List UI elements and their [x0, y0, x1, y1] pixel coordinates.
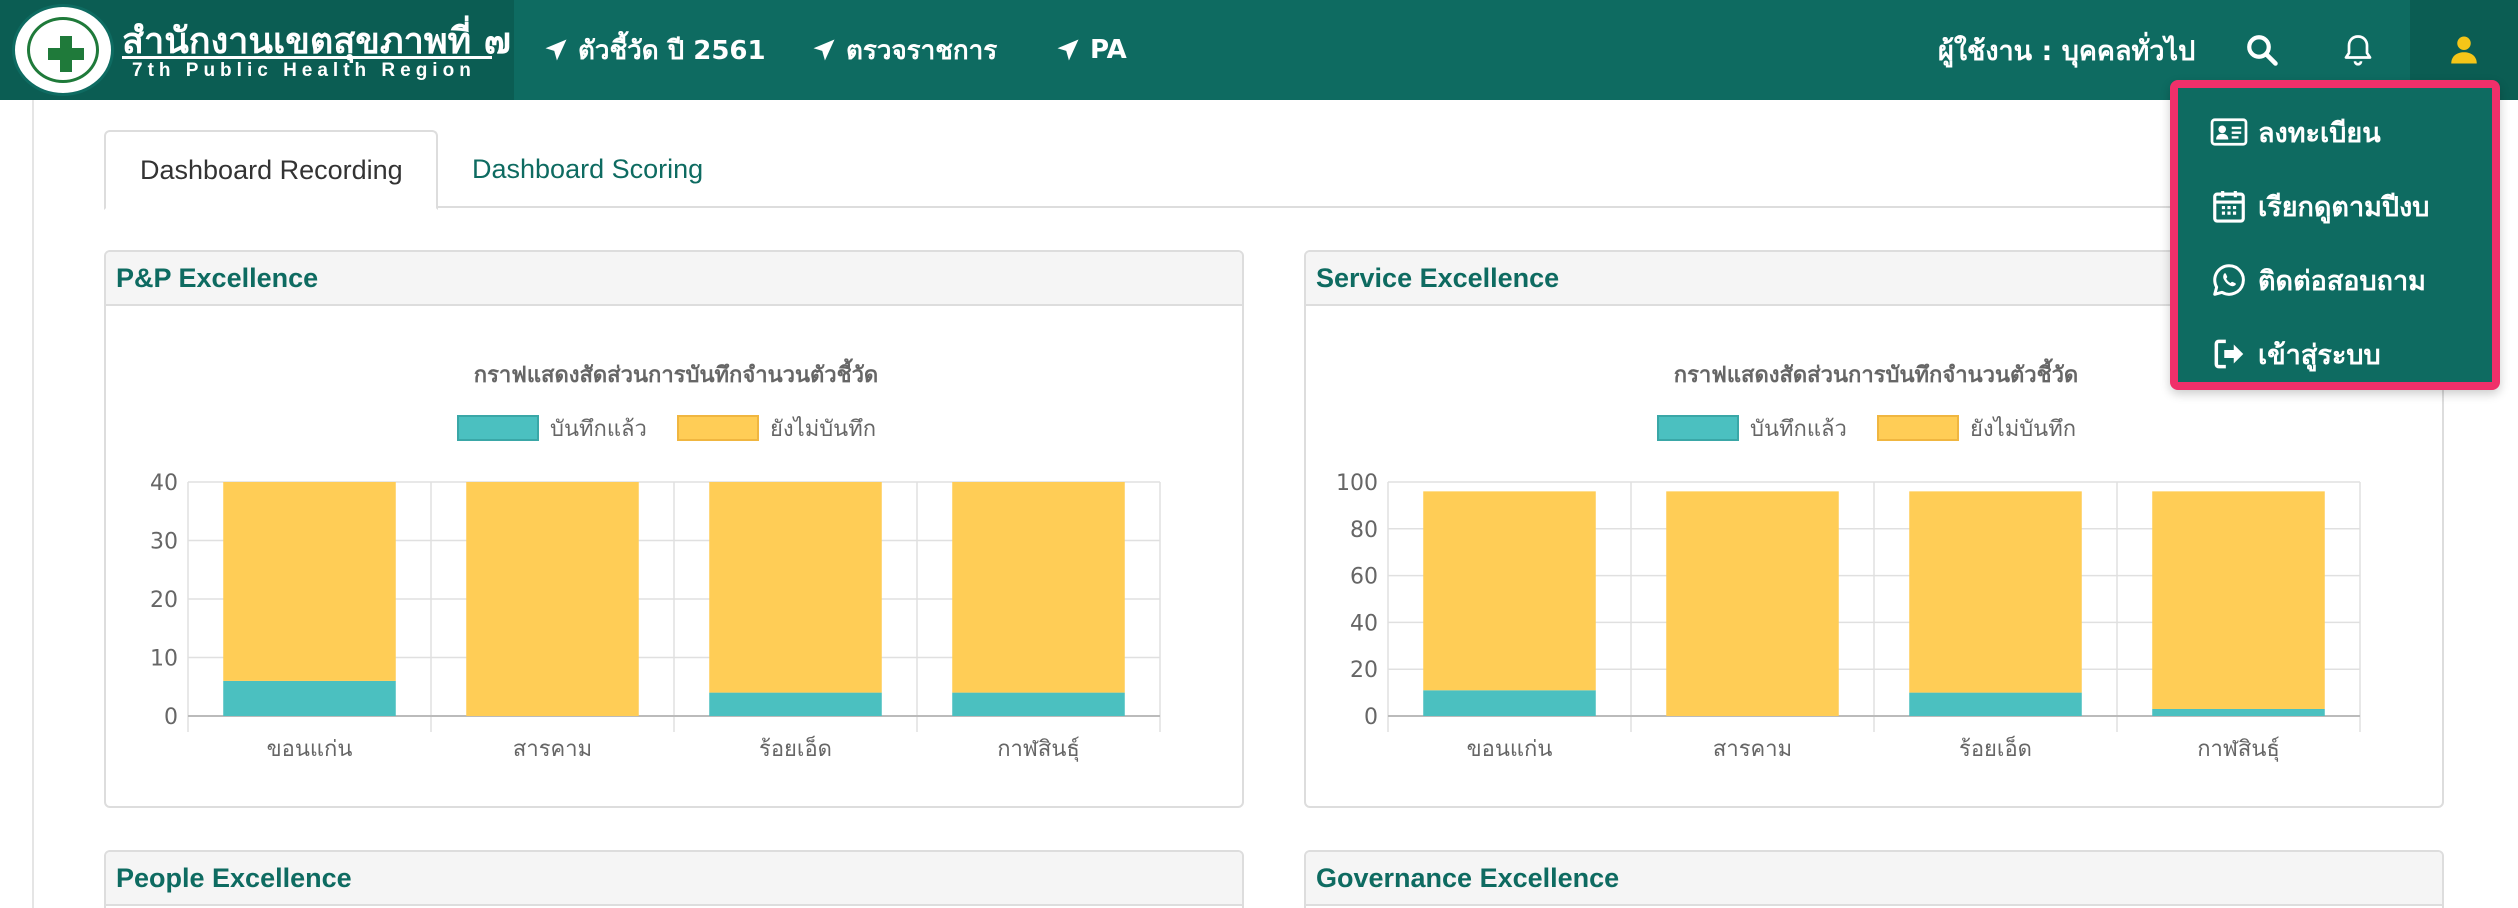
top-navbar: สำนักงานเขตสุขภาพที่ ๗ 7th Public Health… [0, 0, 2518, 100]
y-tick-label: 80 [1350, 518, 1378, 543]
bar-not-recorded [952, 482, 1125, 693]
y-tick-label: 40 [1350, 611, 1378, 636]
bar-not-recorded [709, 482, 882, 693]
bar-recorded [1423, 690, 1596, 716]
panel-pp-excellence: P&P Excellence กราฟแสดงสัดส่วนการบันทึกจ… [104, 250, 1244, 808]
panel-people-excellence: People Excellence [104, 850, 1244, 908]
nav-item-label: PA [1090, 35, 1127, 65]
whatsapp-icon [2213, 264, 2245, 296]
logo-ring [27, 17, 99, 83]
user-dropdown-menu: ลงทะเบียน เรียกดูตามปีงบ ติดต่อสอบถาม เข… [2170, 80, 2500, 390]
page-left-border [32, 100, 34, 908]
panel-title: Governance Excellence [1306, 852, 2442, 906]
bar-recorded [2152, 708, 2325, 716]
panel-governance-excellence: Governance Excellence [1304, 850, 2444, 908]
search-icon [2247, 35, 2278, 66]
tab-dashboard-scoring[interactable]: Dashboard Scoring [438, 130, 737, 208]
logo-cross-horizontal [48, 48, 84, 60]
ministry-logo [12, 4, 114, 96]
bar-not-recorded [2152, 491, 2325, 709]
brand-subtitle: 7th Public Health Region [132, 60, 476, 81]
y-tick-label: 0 [1364, 705, 1378, 730]
x-tick-label: ขอนแก่น [1467, 737, 1553, 762]
menu-item-label: เข้าสู่ระบบ [2258, 339, 2381, 371]
y-tick-label: 10 [150, 647, 178, 672]
y-tick-label: 0 [164, 705, 178, 730]
y-tick-label: 40 [150, 471, 178, 496]
menu-item-label: เรียกดูตามปีงบ [2258, 191, 2430, 223]
legend-swatch [1877, 415, 1959, 441]
dashboard-tabs: Dashboard Recording Dashboard Scoring [104, 130, 2442, 210]
menu-item-browse-by-year[interactable]: เรียกดูตามปีงบ [2210, 180, 2429, 232]
x-tick-label: ร้อยเอ็ด [1959, 734, 2032, 762]
y-tick-label: 30 [150, 530, 178, 555]
y-tick-label: 60 [1350, 565, 1378, 590]
nav-item-inspection[interactable]: ตรวจราชการ [810, 0, 997, 100]
x-tick-label: ร้อยเอ็ด [759, 734, 832, 762]
legend-label: บันทึกแล้ว [1750, 417, 1847, 442]
bar-not-recorded [1423, 491, 1596, 691]
bar-not-recorded [1666, 491, 1839, 716]
brand-divider [122, 56, 492, 59]
legend-label: ยังไม่บันทึก [1970, 416, 2076, 442]
panel-title: P&P Excellence [106, 252, 1242, 306]
nav-item-label: ตัวชี้วัด ปี 2561 [578, 35, 766, 66]
tab-dashboard-recording[interactable]: Dashboard Recording [104, 130, 438, 210]
user-label: ผู้ใช้งาน : บุคคลทั่วไป [1938, 35, 2196, 67]
bar-recorded [709, 692, 882, 716]
nav-item-label: ตรวจราชการ [846, 35, 998, 66]
x-tick-label: สารคาม [1713, 737, 1792, 762]
y-tick-label: 100 [1336, 471, 1378, 496]
legend-label: บันทึกแล้ว [550, 417, 647, 442]
legend-swatch [457, 415, 539, 441]
navigation-arrow-icon [1057, 39, 1079, 61]
bar-not-recorded [223, 482, 396, 681]
x-tick-label: กาฬสินธุ์ [2197, 737, 2280, 762]
panel-title: People Excellence [106, 852, 1242, 906]
menu-item-label: ติดต่อสอบถาม [2258, 265, 2426, 297]
bar-not-recorded [466, 482, 639, 716]
navigation-arrow-icon [545, 39, 567, 61]
chart-title: กราฟแสดงสัดส่วนการบันทึกจำนวนตัวชี้วัด [474, 358, 878, 388]
bar-not-recorded [1909, 491, 2082, 693]
legend-label: ยังไม่บันทึก [770, 416, 876, 442]
menu-item-contact[interactable]: ติดต่อสอบถาม [2210, 254, 2426, 306]
x-tick-label: กาฬสินธุ์ [997, 737, 1080, 762]
bar-recorded [1909, 692, 2082, 716]
nav-item-indicators[interactable]: ตัวชี้วัด ปี 2561 [542, 0, 766, 100]
legend-swatch [677, 415, 759, 441]
sign-in-icon [2214, 339, 2244, 369]
user-icon [2451, 36, 2477, 64]
calendar-icon [2213, 190, 2245, 223]
x-tick-label: ขอนแก่น [267, 737, 353, 762]
recording-chart-pp: กราฟแสดงสัดส่วนการบันทึกจำนวนตัวชี้วัดบั… [150, 358, 1161, 762]
bar-recorded [952, 692, 1125, 716]
x-tick-label: สารคาม [513, 737, 592, 762]
navigation-arrow-icon [813, 39, 835, 61]
bar-recorded [223, 680, 396, 716]
menu-item-login[interactable]: เข้าสู่ระบบ [2210, 328, 2381, 380]
bell-icon [2344, 35, 2372, 66]
y-tick-label: 20 [150, 588, 178, 613]
brand[interactable]: สำนักงานเขตสุขภาพที่ ๗ 7th Public Health… [0, 0, 514, 100]
legend-swatch [1657, 415, 1739, 441]
menu-item-register[interactable]: ลงทะเบียน [2210, 106, 2381, 158]
id-card-icon [2210, 118, 2248, 146]
chart-title: กราฟแสดงสัดส่วนการบันทึกจำนวนตัวชี้วัด [1674, 358, 2078, 388]
y-tick-label: 20 [1350, 658, 1378, 683]
nav-item-pa[interactable]: PA [1054, 0, 1127, 100]
menu-item-label: ลงทะเบียน [2258, 117, 2381, 149]
